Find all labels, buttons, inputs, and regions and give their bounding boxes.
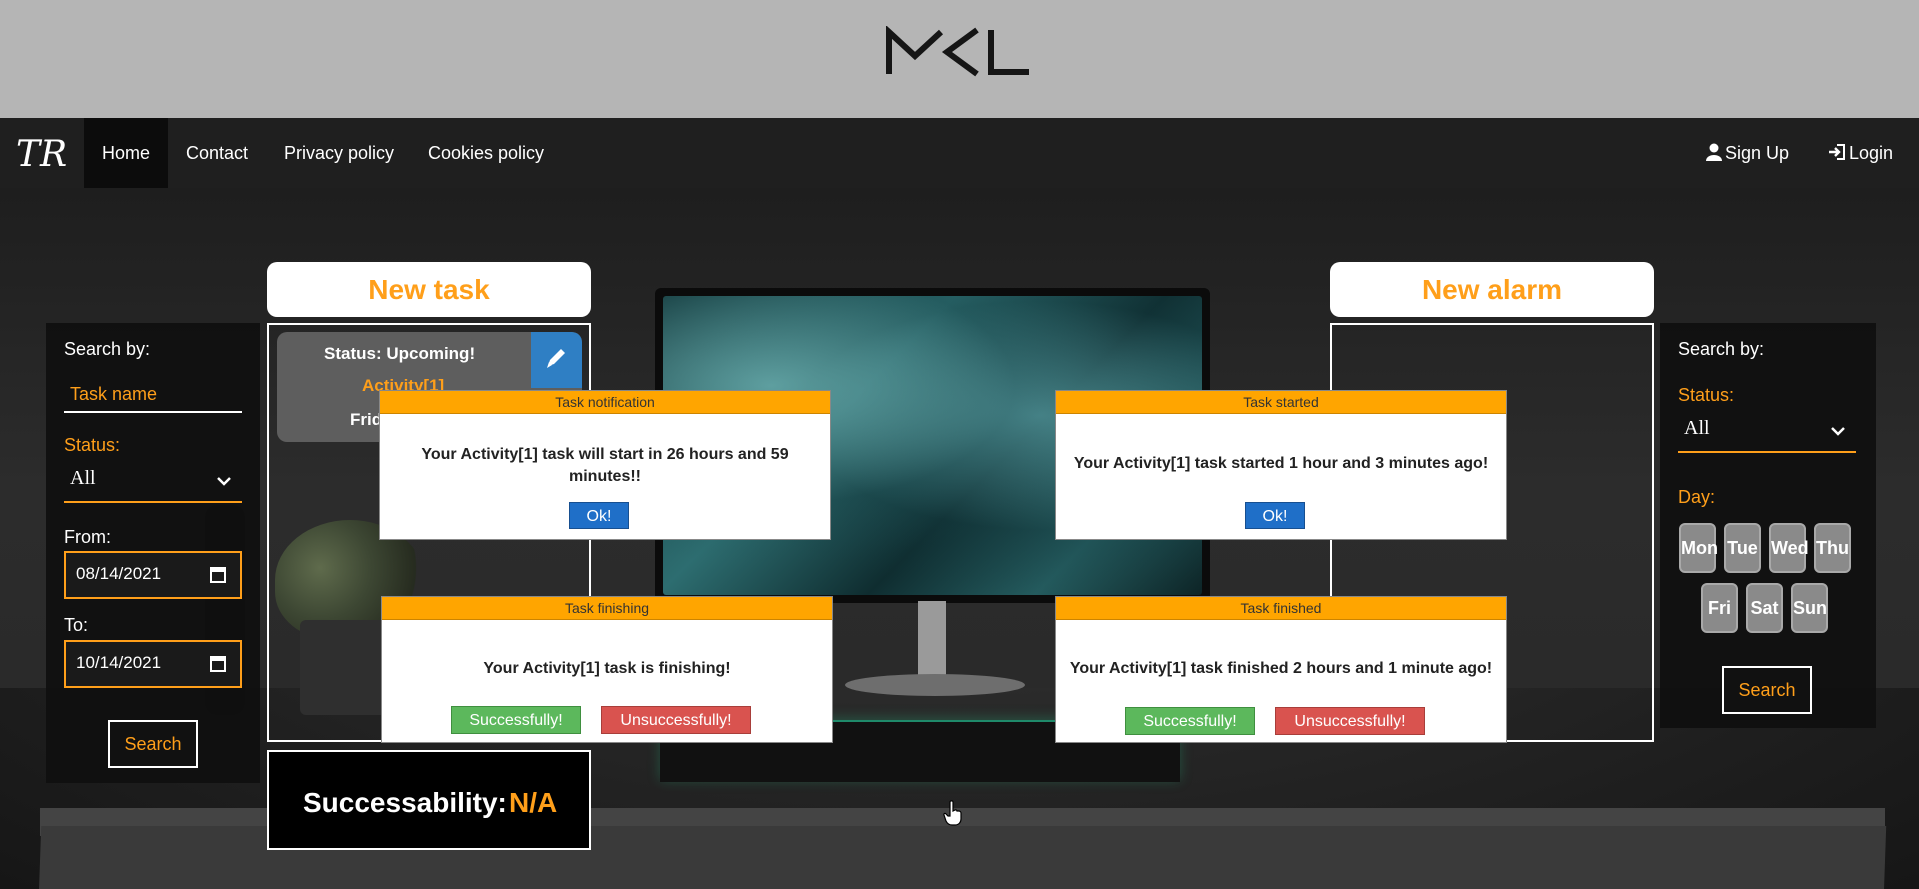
task-started-dialog: Task started Your Activity[1] task start… <box>1056 391 1506 539</box>
dialog-title: Task finished <box>1056 597 1506 620</box>
dialog-message: Your Activity[1] task started 1 hour and… <box>1073 455 1489 472</box>
chevron-down-icon <box>217 477 231 486</box>
task-finishing-dialog: Task finishing Your Activity[1] task is … <box>382 597 832 742</box>
right-search-panel: Search by: Status: All Day: Mon Tue Wed … <box>1660 323 1876 728</box>
status-select-value: All <box>70 467 96 489</box>
from-date-value: 08/14/2021 <box>76 564 162 583</box>
alarm-status-select[interactable]: All <box>1678 413 1856 453</box>
successability-label: Successability: <box>303 787 507 818</box>
day-label: Day: <box>1678 487 1716 507</box>
nav-cookies-policy[interactable]: Cookies policy <box>410 118 562 188</box>
top-banner <box>0 0 1919 118</box>
status-label: Status: <box>1678 385 1735 405</box>
calendar-icon <box>210 567 226 583</box>
task-finished-dialog: Task finished Your Activity[1] task fini… <box>1056 597 1506 742</box>
search-by-heading: Search by: <box>1678 339 1765 359</box>
sign-up-link[interactable]: Sign Up <box>1706 118 1789 188</box>
unsuccessfully-button[interactable]: Unsuccessfully! <box>1275 707 1425 735</box>
left-search-button[interactable]: Search <box>108 720 198 768</box>
day-mon-button[interactable]: Mon <box>1679 523 1718 573</box>
svg-text:TR: TR <box>16 134 67 175</box>
dialog-title: Task started <box>1056 391 1506 414</box>
task-notification-dialog: Task notification Your Activity[1] task … <box>380 391 830 539</box>
task-name-input[interactable] <box>64 377 242 413</box>
edit-task-button[interactable] <box>531 332 582 388</box>
day-fri-button[interactable]: Fri <box>1701 583 1738 633</box>
hand-cursor-icon <box>943 800 962 826</box>
from-label: From: <box>64 527 111 547</box>
day-tue-button[interactable]: Tue <box>1724 523 1761 573</box>
unsuccessfully-button[interactable]: Unsuccessfully! <box>601 706 751 734</box>
chevron-down-icon <box>1831 427 1845 436</box>
status-label: Status: <box>64 435 121 455</box>
user-icon <box>1706 143 1722 161</box>
nav-home[interactable]: Home <box>84 118 169 188</box>
dialog-message: Your Activity[1] task is finishing! <box>483 660 731 677</box>
day-sat-button[interactable]: Sat <box>1746 583 1783 633</box>
successability-value: N/A <box>509 787 558 818</box>
mkl-logo <box>886 26 1029 77</box>
left-search-panel: Search by: Status: All From: 08/14/2021 … <box>46 323 260 783</box>
tr-brand-logo[interactable]: TR <box>14 130 72 176</box>
nav-privacy-policy[interactable]: Privacy policy <box>266 118 412 188</box>
pencil-icon <box>547 349 565 368</box>
ok-button[interactable]: Ok! <box>1245 502 1305 529</box>
right-search-button[interactable]: Search <box>1722 666 1812 714</box>
day-thu-button[interactable]: Thu <box>1814 523 1851 573</box>
calendar-icon <box>210 656 226 672</box>
task-status: Status: Upcoming! <box>324 344 476 363</box>
to-label: To: <box>64 615 89 635</box>
dialog-title: Task notification <box>380 391 830 414</box>
successfully-button[interactable]: Successfully! <box>451 706 581 734</box>
nav-contact[interactable]: Contact <box>168 118 266 188</box>
day-sun-button[interactable]: Sun <box>1791 583 1828 633</box>
search-by-heading: Search by: <box>64 339 151 359</box>
successability-box: Successability: N/A <box>267 750 591 850</box>
to-date-value: 10/14/2021 <box>76 653 162 672</box>
alarm-status-value: All <box>1684 417 1710 439</box>
task-date: Frid <box>350 410 383 429</box>
login-link[interactable]: Login <box>1828 118 1893 188</box>
new-task-header[interactable]: New task <box>267 262 591 317</box>
from-date-input[interactable]: 08/14/2021 <box>64 551 242 599</box>
day-wed-button[interactable]: Wed <box>1769 523 1809 573</box>
login-icon <box>1829 144 1845 160</box>
ok-button[interactable]: Ok! <box>569 502 629 529</box>
login-label: Login <box>1849 143 1894 163</box>
dialog-message: Your Activity[1] task finished 2 hours a… <box>1069 660 1493 677</box>
new-alarm-header[interactable]: New alarm <box>1330 262 1654 317</box>
dialog-message-line1: Your Activity[1] task will start in 26 h… <box>421 446 789 463</box>
sign-up-label: Sign Up <box>1725 143 1790 163</box>
successfully-button[interactable]: Successfully! <box>1125 707 1255 735</box>
navbar: TR Home Contact Privacy policy Cookies p… <box>0 118 1919 188</box>
dialog-message-line2: minutes!! <box>569 468 641 485</box>
to-date-input[interactable]: 10/14/2021 <box>64 640 242 688</box>
status-select[interactable]: All <box>64 463 242 503</box>
dialog-title: Task finishing <box>382 597 832 620</box>
